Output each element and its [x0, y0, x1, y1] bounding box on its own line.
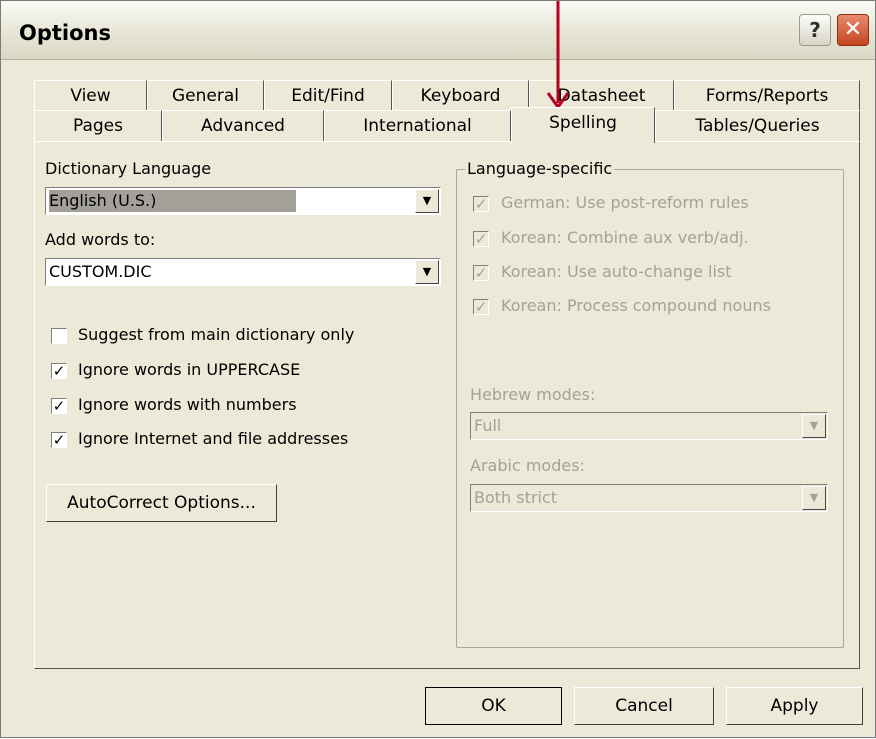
annotation-arrow [546, 1, 570, 110]
tab-spelling[interactable]: Spelling [511, 107, 655, 143]
options-dialog: Options ? ✕ View General Edit/Find Keybo… [0, 0, 876, 738]
